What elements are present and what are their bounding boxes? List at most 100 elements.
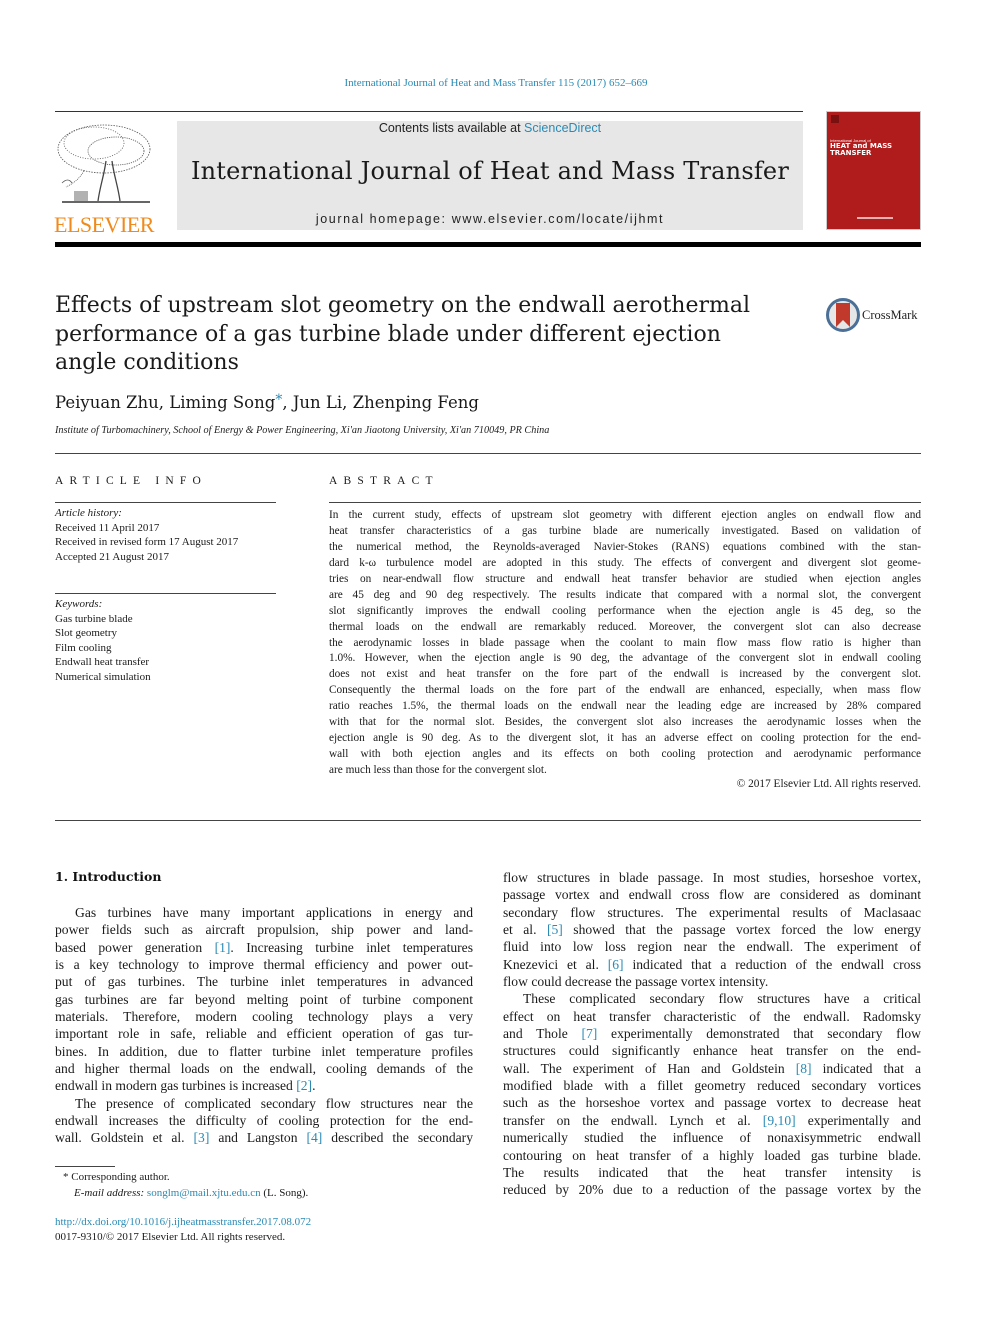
body-line: based power generation [1]. Increasing t… <box>55 939 473 956</box>
history-item: Accepted 21 August 2017 <box>55 550 169 563</box>
body-line: passage vortex and endwall cross flow ar… <box>503 886 921 903</box>
keyword: Endwall heat transfer <box>55 656 150 669</box>
keywords-divider <box>55 593 276 594</box>
body-text: secondary flow structures. The experimen… <box>503 904 921 920</box>
author-name[interactable]: Liming Song <box>169 393 275 412</box>
body-line: contouring on heat transfer of a highly … <box>503 1147 921 1164</box>
article-info-divider <box>55 502 276 503</box>
abstract-line: 1.0%. However, when the ejection angle i… <box>329 652 921 665</box>
abstract-heading: ABSTRACT <box>329 475 439 487</box>
contents-prefix: Contents lists available at <box>378 121 525 135</box>
cover-logo-icon <box>831 115 839 123</box>
crossmark-icon <box>826 298 860 332</box>
abstract-line: ejection angle is 90 deg. As to the dive… <box>329 732 921 745</box>
citation-link[interactable]: [3] <box>194 1130 210 1145</box>
body-line: The presence of complicated secondary fl… <box>55 1095 473 1112</box>
citation-link[interactable]: [5] <box>547 922 563 937</box>
elsevier-logo[interactable]: ELSEVIER <box>54 121 158 237</box>
body-line: important role in safe, reliable and eff… <box>55 1025 473 1042</box>
body-text: modified blade with a fillet geometry re… <box>503 1078 921 1094</box>
journal-homepage-link[interactable]: journal homepage: www.elsevier.com/locat… <box>177 212 803 226</box>
citation-link[interactable]: [7] <box>581 1026 597 1041</box>
body-line: flow could decrease the passage vortex i… <box>503 973 921 990</box>
email-link[interactable]: songlm@mail.xjtu.edu.cn <box>147 1187 261 1199</box>
crossmark-label: CrossMark <box>862 307 918 322</box>
email-note: E-mail address: songlm@mail.xjtu.edu.cn … <box>55 1186 308 1202</box>
contents-line: Contents lists available at ScienceDirec… <box>177 121 803 135</box>
body-line: The results indicated that the heat tran… <box>503 1164 921 1181</box>
author-name[interactable]: Jun Li <box>293 393 342 412</box>
body-line: modified blade with a fillet geometry re… <box>503 1077 921 1094</box>
body-text: . Increasing turbine inlet temperatures <box>230 939 473 955</box>
article-info-heading: ARTICLE INFO <box>55 475 207 487</box>
body-text: numerically studied the influence of non… <box>503 1130 921 1146</box>
author-name[interactable]: Peiyuan Zhu <box>55 393 159 412</box>
keywords-label: Keywords: <box>55 598 103 610</box>
body-line: Gas turbines have many important applica… <box>55 904 473 921</box>
elsevier-tree-icon <box>57 124 151 203</box>
abstract-line: ratio reaches 1.5%, the thermal loads on… <box>329 700 921 713</box>
abstract-text: In the current study, effects of upstrea… <box>329 508 921 779</box>
body-line: such as the horseshoe vortex and passage… <box>503 1094 921 1111</box>
body-text: materials. Therefore, modern cooling tec… <box>55 1009 473 1025</box>
citation-link[interactable]: [6] <box>608 957 624 972</box>
affiliation-divider <box>55 453 921 454</box>
author-list: Peiyuan Zhu, Liming Song*, Jun Li, Zhenp… <box>55 392 479 412</box>
body-line: power fields such as aircraft propulsion… <box>55 921 473 938</box>
citation-link[interactable]: [8] <box>796 1061 812 1076</box>
body-line: Knezevici et al. [6] indicated that a re… <box>503 956 921 973</box>
body-line: structures could significantly enhance h… <box>503 1042 921 1059</box>
body-text: flow could decrease the passage vortex i… <box>503 974 769 990</box>
affiliation: Institute of Turbomachinery, School of E… <box>55 425 550 436</box>
abstract-line: with that for the normal slot. Besides, … <box>329 716 921 729</box>
abstract-divider <box>329 502 921 503</box>
body-line: materials. Therefore, modern cooling tec… <box>55 1008 473 1025</box>
citation-link[interactable]: [2] <box>296 1078 312 1093</box>
abstract-line: tries on near-endwall flow structure and… <box>329 572 921 585</box>
body-line: and higher thermal loads on the endwall,… <box>55 1060 473 1077</box>
doi-block: http://dx.doi.org/10.1016/j.ijheatmasstr… <box>55 1215 311 1244</box>
body-text: based power generation <box>55 939 215 955</box>
citation-link[interactable]: [1] <box>215 940 231 955</box>
corresponding-author-note: * Corresponding author. <box>55 1170 308 1186</box>
footnote-text: Corresponding author. <box>68 1171 170 1183</box>
cover-title-line: TRANSFER <box>830 149 872 157</box>
keywords: Keywords: Gas turbine blade Slot geometr… <box>55 597 151 685</box>
citation-link[interactable]: [4] <box>306 1130 322 1145</box>
body-text: showed that the passage vortex forced th… <box>562 922 921 938</box>
abstract-line: Consequently the thermal loads on the fo… <box>329 684 921 697</box>
abstract-line: are 45 deg and 90 deg respectively. The … <box>329 588 921 601</box>
elsevier-wordmark: ELSEVIER <box>54 212 154 237</box>
keyword: Numerical simulation <box>55 670 151 683</box>
body-text: such as the horseshoe vortex and passage… <box>503 1095 921 1111</box>
email-suffix: (L. Song). <box>260 1186 309 1199</box>
sciencedirect-link[interactable]: ScienceDirect <box>524 121 601 135</box>
abstract-line: thermal loads on the endwall are remarka… <box>329 620 921 633</box>
body-line: transfer on the endwall. Lynch et al. [9… <box>503 1112 921 1129</box>
body-line: bines. In addition, due to flatter turbi… <box>55 1043 473 1060</box>
journal-cover-thumbnail[interactable]: International Journal of HEAT and MASS T… <box>826 111 921 230</box>
body-text: reduced by 20% due to a reduction of the… <box>503 1182 921 1198</box>
citation-link[interactable]: [9,10] <box>763 1113 796 1128</box>
body-line: wall. The experiment of Han and Goldstei… <box>503 1060 921 1077</box>
body-text: bines. In addition, due to flatter turbi… <box>55 1043 473 1059</box>
doi-link[interactable]: http://dx.doi.org/10.1016/j.ijheatmasstr… <box>55 1215 311 1230</box>
abstract-line: In the current study, effects of upstrea… <box>329 509 921 521</box>
abstract-line: the numerical method, the Reynolds-avera… <box>329 540 921 553</box>
crossmark-button[interactable]: CrossMark <box>826 297 918 333</box>
body-text: Gas turbines have many important applica… <box>75 905 473 920</box>
journal-reference-link[interactable]: International Journal of Heat and Mass T… <box>0 77 992 89</box>
cover-title: HEAT and MASS TRANSFER <box>830 143 892 157</box>
body-line: secondary flow structures. The experimen… <box>503 904 921 921</box>
email-label: E-mail address: <box>74 1186 147 1199</box>
footnotes: * Corresponding author. E-mail address: … <box>55 1170 308 1201</box>
author-name[interactable]: Zhenping Feng <box>353 393 479 412</box>
footnote-divider <box>55 1166 115 1167</box>
body-text: endwall increases the difficulty of cool… <box>55 1113 473 1129</box>
body-text: flow structures in blade passage. In mos… <box>503 870 921 885</box>
abstract-line: the aerodynamic losses in blade passage … <box>329 636 921 649</box>
body-line: endwall in modern gas turbines is increa… <box>55 1077 473 1094</box>
body-text: power fields such as aircraft propulsion… <box>55 922 473 938</box>
body-text: Knezevici et al. <box>503 956 608 972</box>
body-line: gas turbines are far beyond melting poin… <box>55 991 473 1008</box>
